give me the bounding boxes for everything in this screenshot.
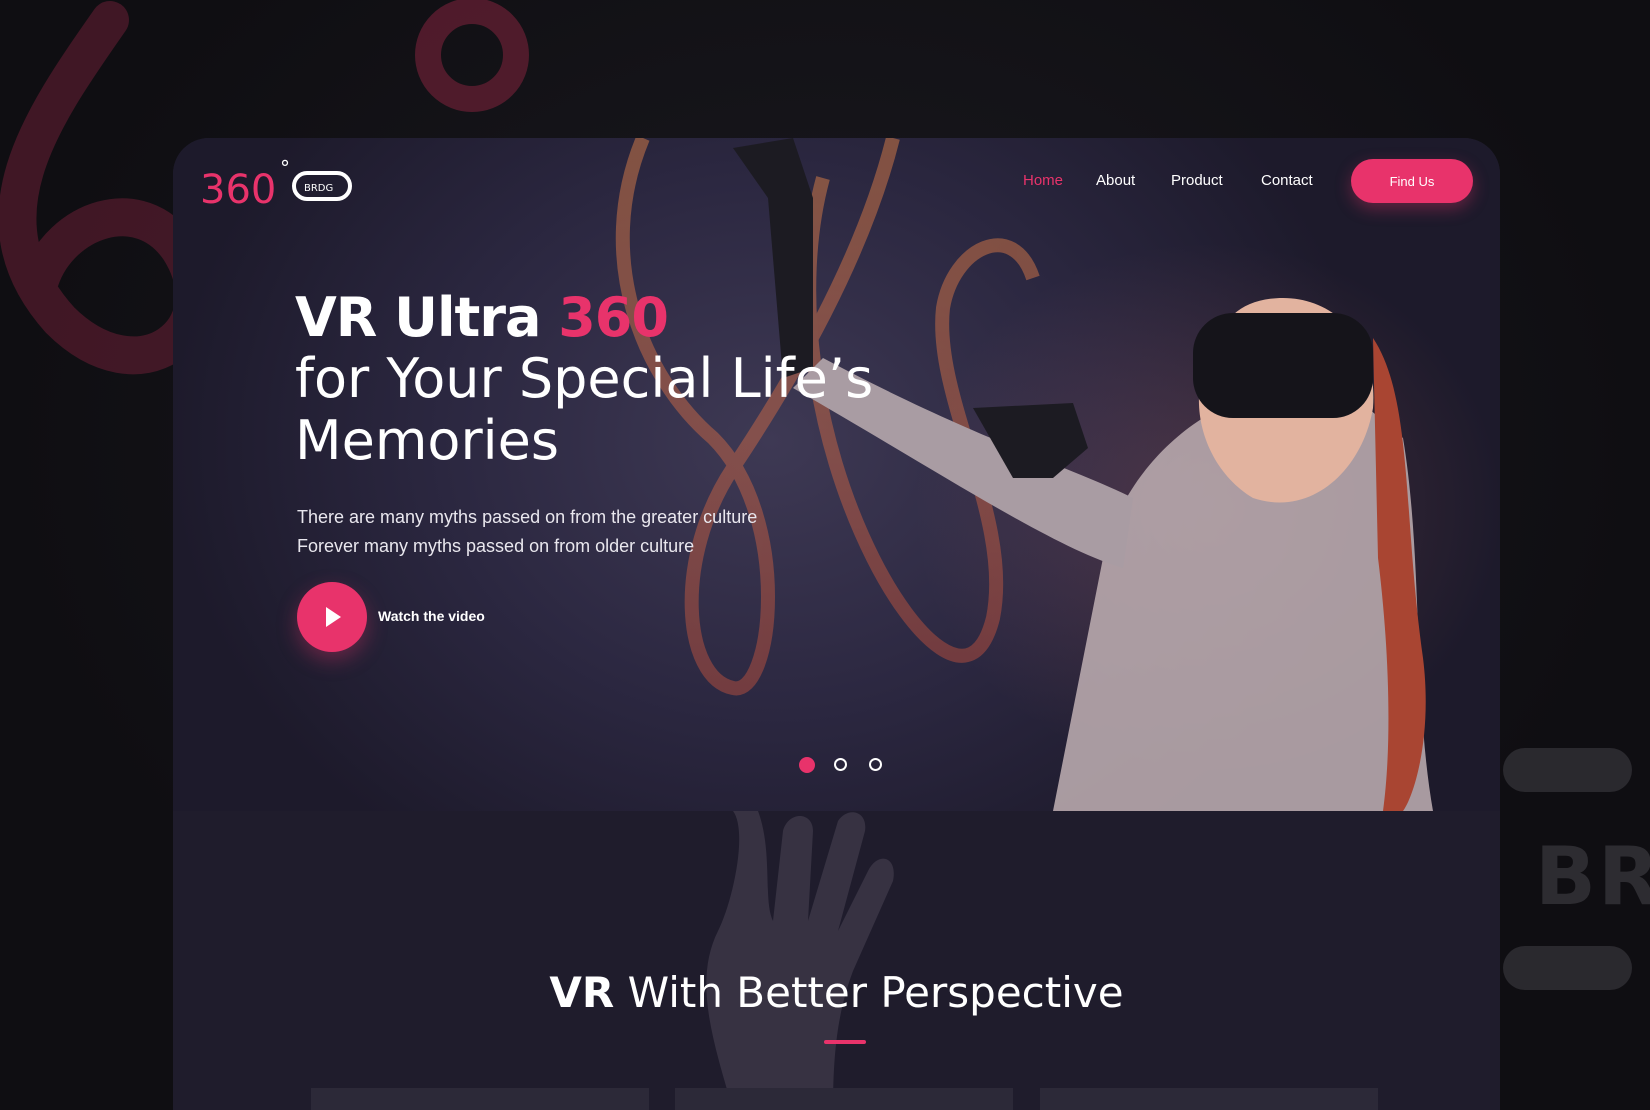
hero-section: 360 ° BRDG Home About Product Contact Fi… — [173, 138, 1500, 811]
background-brand-text: BR — [1535, 830, 1650, 923]
slider-dot-1[interactable] — [799, 757, 815, 773]
page-background: BR 360 ° BRDG Home About Product Contact… — [0, 0, 1650, 1110]
hero-title-line3: Memories — [295, 409, 560, 472]
feature-card-1[interactable] — [311, 1088, 649, 1110]
section-title-rest: With Better Perspective — [627, 968, 1124, 1017]
feature-card-2[interactable] — [675, 1088, 1013, 1110]
slider-dot-2[interactable] — [834, 758, 847, 771]
website-card: 360 ° BRDG Home About Product Contact Fi… — [173, 138, 1500, 1110]
section-title: VR With Better Perspective — [173, 968, 1500, 1017]
nav-contact-link[interactable]: Contact — [1261, 172, 1313, 189]
section-title-underline — [824, 1040, 866, 1044]
slider-dot-3[interactable] — [869, 758, 882, 771]
watch-video-link[interactable]: Watch the video — [378, 608, 485, 624]
hand-graphic — [706, 811, 894, 1110]
hero-title-continued: for Your Special Life’s Memories — [295, 348, 895, 472]
hero-subtitle-line1: There are many myths passed on from the … — [297, 507, 758, 527]
hero-subtitle: There are many myths passed on from the … — [297, 503, 857, 561]
nav-about-link[interactable]: About — [1096, 172, 1135, 189]
hero-title-accent: 360 — [558, 286, 669, 349]
play-icon — [326, 607, 341, 627]
hero-title: VR Ultra 360 — [295, 286, 669, 349]
section-title-bold: VR — [549, 968, 615, 1017]
hero-title-line2: for Your Special Life’s — [295, 347, 874, 410]
find-us-button[interactable]: Find Us — [1351, 159, 1473, 203]
perspective-section — [173, 811, 1500, 1110]
light-swirl-graphic — [615, 138, 1433, 811]
nav-home-link[interactable]: Home — [1023, 172, 1063, 189]
main-navigation: Home About Product Contact Find Us — [173, 138, 1500, 218]
nav-product-link[interactable]: Product — [1171, 172, 1223, 189]
feature-card-3[interactable] — [1040, 1088, 1378, 1110]
hero-subtitle-line2: Forever many myths passed on from older … — [297, 536, 695, 556]
hero-title-main: VR Ultra — [295, 286, 541, 349]
play-video-button[interactable] — [297, 582, 367, 652]
